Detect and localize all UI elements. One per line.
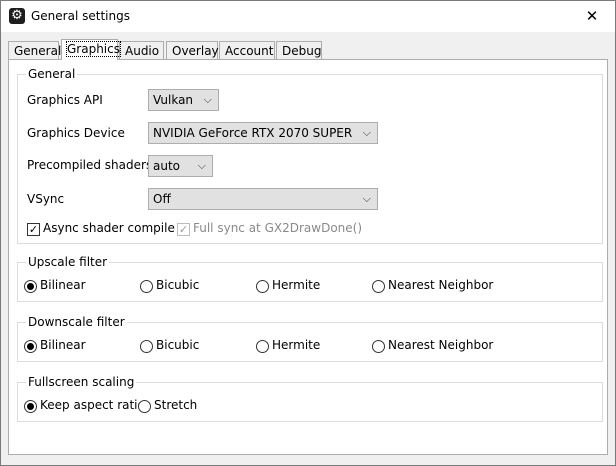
upscale-bicubic-radio[interactable] [140, 280, 153, 293]
general-group-title: General [26, 67, 78, 81]
tab-general[interactable]: General [8, 41, 61, 59]
upscale-bilinear-label: Bilinear [40, 278, 86, 292]
upscale-hermite-label: Hermite [272, 278, 321, 292]
precompiled-shaders-select[interactable]: auto ⌵ [148, 155, 213, 177]
upscale-hermite-radio[interactable] [256, 280, 269, 293]
graphics-device-value: NVIDIA GeForce RTX 2070 SUPER [153, 126, 353, 140]
settings-window: ⚙ General settings ✕ General Graphics Au… [0, 0, 616, 466]
chevron-down-icon: ⌵ [197, 159, 206, 172]
title-bar: ⚙ General settings ✕ [1, 1, 615, 32]
graphics-panel: General Graphics API Vulkan ⌵ Graphics D… [8, 59, 608, 455]
tab-overlay[interactable]: Overlay [166, 41, 219, 59]
downscale-bicubic-radio[interactable] [140, 340, 153, 353]
upscale-bilinear-radio[interactable] [24, 280, 37, 293]
chevron-down-icon: ⌵ [362, 192, 371, 205]
downscale-hermite-label: Hermite [272, 338, 321, 352]
chevron-down-icon: ⌵ [362, 126, 371, 139]
stretch-radio[interactable] [138, 400, 151, 413]
downscale-group: Downscale filter Bilinear Bicubic Hermit… [17, 315, 603, 362]
async-shader-checkbox[interactable]: ✓ [27, 223, 40, 236]
graphics-api-select[interactable]: Vulkan ⌵ [148, 89, 219, 111]
close-button[interactable]: ✕ [569, 1, 615, 32]
downscale-bilinear-radio[interactable] [24, 340, 37, 353]
tab-audio[interactable]: Audio [119, 41, 164, 59]
tab-bar: General Graphics Audio Overlay Account D… [8, 39, 608, 60]
downscale-nearest-radio[interactable] [372, 340, 385, 353]
stretch-label: Stretch [154, 398, 198, 412]
downscale-nearest-label: Nearest Neighbor [388, 338, 494, 352]
fullscreen-group: Fullscreen scaling Keep aspect ratio Str… [17, 375, 603, 422]
graphics-api-label: Graphics API [27, 93, 103, 107]
upscale-nearest-radio[interactable] [372, 280, 385, 293]
chevron-down-icon: ⌵ [203, 93, 212, 106]
keep-aspect-label: Keep aspect ratio [40, 398, 145, 412]
graphics-device-select[interactable]: NVIDIA GeForce RTX 2070 SUPER ⌵ [148, 122, 378, 144]
vsync-select[interactable]: Off ⌵ [148, 188, 378, 210]
fullscreen-group-title: Fullscreen scaling [26, 375, 137, 389]
vsync-label: VSync [27, 192, 65, 206]
downscale-bicubic-label: Bicubic [156, 338, 200, 352]
vsync-value: Off [153, 192, 171, 206]
tab-graphics[interactable]: Graphics [61, 39, 121, 60]
downscale-bilinear-label: Bilinear [40, 338, 86, 352]
tab-account[interactable]: Account [219, 41, 275, 59]
full-sync-checkbox[interactable]: ✓ [177, 223, 190, 236]
upscale-group-title: Upscale filter [26, 255, 110, 269]
precompiled-shaders-value: auto [153, 159, 181, 173]
upscale-nearest-label: Nearest Neighbor [388, 278, 494, 292]
window-title: General settings [31, 9, 130, 23]
gear-icon: ⚙ [9, 8, 25, 24]
upscale-bicubic-label: Bicubic [156, 278, 200, 292]
full-sync-label: Full sync at GX2DrawDone() [193, 221, 363, 235]
graphics-device-label: Graphics Device [27, 126, 125, 140]
precompiled-shaders-label: Precompiled shaders [27, 158, 153, 172]
keep-aspect-radio[interactable] [24, 400, 37, 413]
upscale-group: Upscale filter Bilinear Bicubic Hermite … [17, 255, 603, 302]
async-shader-label: Async shader compile [43, 221, 175, 235]
graphics-api-value: Vulkan [153, 93, 194, 107]
general-group: General Graphics API Vulkan ⌵ Graphics D… [17, 67, 603, 244]
tab-debug[interactable]: Debug [276, 41, 322, 59]
downscale-hermite-radio[interactable] [256, 340, 269, 353]
downscale-group-title: Downscale filter [26, 315, 127, 329]
